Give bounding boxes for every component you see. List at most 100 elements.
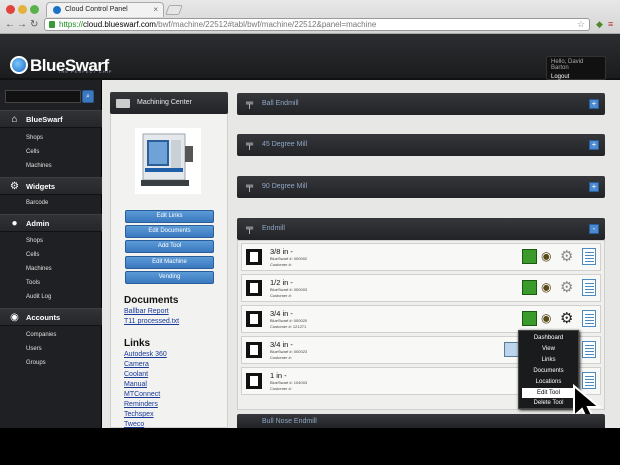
edit-machine-button[interactable]: Edit Machine xyxy=(125,256,214,269)
menu-item-dashboard[interactable]: Dashboard xyxy=(519,333,578,343)
link-item[interactable]: Tweco xyxy=(124,421,144,428)
document-icon[interactable] xyxy=(582,341,596,358)
document-icon[interactable] xyxy=(582,310,596,327)
eye-icon[interactable]: ◉ xyxy=(541,311,551,326)
add-tool-button[interactable]: Add Tool xyxy=(125,240,214,253)
link-item[interactable]: Techspex xyxy=(124,411,154,418)
sidebar-section-label: Admin xyxy=(26,219,50,228)
tool-size: 1/2 in - xyxy=(270,278,293,287)
menu-item-view[interactable]: View xyxy=(519,344,578,354)
sidebar-section-admin[interactable]: ● Admin xyxy=(0,214,102,232)
sidebar-section-blueswarf[interactable]: ⌂ BlueSwarf xyxy=(0,110,102,128)
sidebar-section-accounts[interactable]: ◉ Accounts xyxy=(0,308,102,326)
sidebar-item-admin-cells[interactable]: Cells xyxy=(26,252,39,258)
tool-row[interactable]: 3/4 in - BlueSwarf #: 000020 Customer #:… xyxy=(241,305,601,333)
tool-row[interactable]: 3/8 in - BlueSwarf #: 000002 Customer #:… xyxy=(241,243,601,271)
document-link[interactable]: T11 processed.txt xyxy=(124,318,179,325)
tool-blueswarf-number: BlueSwarf #: 000003 xyxy=(270,287,308,292)
vending-button[interactable]: Vending xyxy=(125,271,214,284)
sidebar-item-groups[interactable]: Groups xyxy=(26,360,46,366)
sidebar-item-machines[interactable]: Machines xyxy=(26,163,52,169)
tool-group-title: Bull Nose Endmill xyxy=(262,418,317,425)
tool-icon xyxy=(246,342,262,358)
search-input[interactable] xyxy=(5,90,81,103)
link-item[interactable]: Camera xyxy=(124,361,149,368)
tool-blueswarf-number: BlueSwarf #: 000020 xyxy=(270,318,308,323)
link-item[interactable]: Manual xyxy=(124,381,147,388)
status-indicator xyxy=(522,311,537,326)
menu-item-documents[interactable]: Documents xyxy=(519,366,578,376)
menu-item-delete-tool[interactable]: Delete Tool xyxy=(519,398,578,408)
tool-size: 3/4 in - xyxy=(270,309,293,318)
tool-group-header[interactable]: ╤ 45 Degree Mill + xyxy=(237,134,605,156)
link-item[interactable]: Reminders xyxy=(124,401,158,408)
eye-icon[interactable]: ◉ xyxy=(541,280,551,295)
collapse-icon[interactable]: - xyxy=(589,224,599,234)
address-bar[interactable]: https://cloud.blueswarf.com/bwf/machine/… xyxy=(44,18,590,31)
sidebar-item-admin-shops[interactable]: Shops xyxy=(26,238,43,244)
gear-icon-active[interactable]: ⚙ xyxy=(560,309,573,328)
extension-icon[interactable]: ◆ xyxy=(596,19,603,30)
sidebar-item-cells[interactable]: Cells xyxy=(26,149,39,155)
lock-icon xyxy=(49,21,55,28)
sidebar-item-barcode[interactable]: Barcode xyxy=(26,200,48,206)
sidebar-item-tools[interactable]: Tools xyxy=(26,280,40,286)
maximize-window-button[interactable] xyxy=(30,5,39,14)
status-indicator xyxy=(504,342,519,357)
logo-tagline: THE PERFECT CHIP xyxy=(58,69,113,74)
reload-icon[interactable]: ↻ xyxy=(30,19,38,30)
status-indicator xyxy=(522,249,537,264)
back-icon[interactable]: ← xyxy=(5,19,15,30)
tool-size: 3/8 in - xyxy=(270,247,293,256)
tool-row[interactable]: 1/2 in - BlueSwarf #: 000003 Customer #:… xyxy=(241,274,601,302)
gear-icon[interactable]: ⚙ xyxy=(560,247,573,266)
tool-context-menu: Dashboard View Links Documents Locations… xyxy=(518,330,579,409)
link-item[interactable]: Autodesk 360 xyxy=(124,351,167,358)
close-tab-icon[interactable]: × xyxy=(153,5,158,14)
sidebar-item-shops[interactable]: Shops xyxy=(26,135,43,141)
tool-icon xyxy=(246,373,262,389)
search-icon[interactable]: ⌕ xyxy=(82,90,94,103)
sidebar-search: ⌕ xyxy=(5,90,94,103)
edit-documents-button[interactable]: Edit Documents xyxy=(125,225,214,238)
close-window-button[interactable] xyxy=(6,5,15,14)
menu-item-edit-tool[interactable]: Edit Tool xyxy=(522,388,575,398)
sidebar-section-widgets[interactable]: ⚙ Widgets xyxy=(0,177,102,195)
tool-group-title: 90 Degree Mill xyxy=(262,183,308,190)
eye-icon[interactable]: ◉ xyxy=(541,249,551,264)
tool-group-header[interactable]: Bull Nose Endmill xyxy=(237,414,605,428)
tool-size: 3/4 in - xyxy=(270,340,293,349)
document-link[interactable]: Ballbar Report xyxy=(124,308,169,315)
tool-group-header[interactable]: ╤ Ball Endmill + xyxy=(237,93,605,115)
endmill-icon: ╤ xyxy=(246,98,254,109)
document-icon[interactable] xyxy=(582,248,596,265)
tool-customer-number: Customer #: xyxy=(270,293,292,298)
expand-icon[interactable]: + xyxy=(589,140,599,150)
sidebar-item-audit-log[interactable]: Audit Log xyxy=(26,294,51,300)
tool-size: 1 in - xyxy=(270,371,287,380)
sidebar-item-admin-machines[interactable]: Machines xyxy=(26,266,52,272)
tool-group-header-open[interactable]: ╤ Endmill - xyxy=(237,218,605,240)
forward-icon[interactable]: → xyxy=(17,19,27,30)
bookmark-star-icon[interactable]: ☆ xyxy=(577,19,585,30)
sidebar-item-users[interactable]: Users xyxy=(26,346,42,352)
url-host: cloud.blueswarf.com xyxy=(83,20,156,29)
document-icon[interactable] xyxy=(582,279,596,296)
menu-icon[interactable]: ≡ xyxy=(608,19,613,29)
tool-group-header[interactable]: ╤ 90 Degree Mill + xyxy=(237,176,605,198)
expand-icon[interactable]: + xyxy=(589,99,599,109)
tool-customer-number: Customer #: 121271 xyxy=(270,324,307,329)
menu-item-locations[interactable]: Locations xyxy=(519,377,578,387)
tool-blueswarf-number: BlueSwarf #: 104003 xyxy=(270,380,308,385)
browser-tab[interactable]: Cloud Control Panel × xyxy=(46,2,164,17)
edit-links-button[interactable]: Edit Links xyxy=(125,210,214,223)
menu-item-links[interactable]: Links xyxy=(519,355,578,365)
tool-blueswarf-number: BlueSwarf #: 000002 xyxy=(270,256,308,261)
expand-icon[interactable]: + xyxy=(589,182,599,192)
endmill-icon: ╤ xyxy=(246,181,254,192)
minimize-window-button[interactable] xyxy=(18,5,27,14)
link-item[interactable]: Coolant xyxy=(124,371,148,378)
link-item[interactable]: MTConnect xyxy=(124,391,160,398)
gear-icon[interactable]: ⚙ xyxy=(560,278,573,297)
sidebar-item-companies[interactable]: Companies xyxy=(26,332,56,338)
